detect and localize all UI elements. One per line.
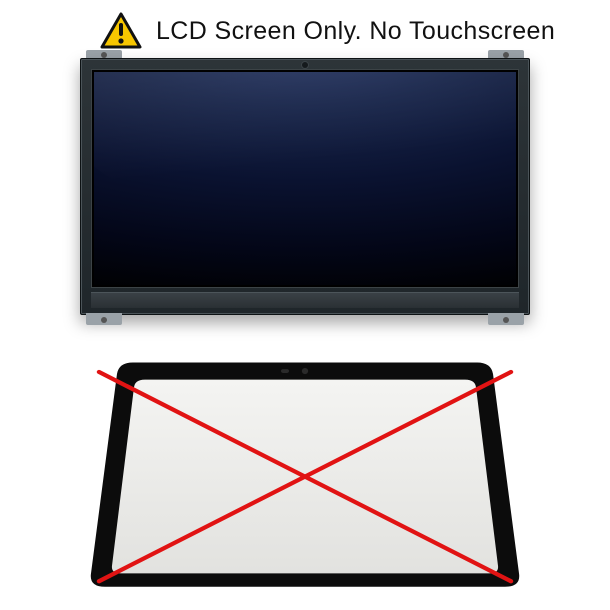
webcam-icon xyxy=(302,62,308,68)
lcd-bezel xyxy=(80,58,530,315)
screen-reflection xyxy=(94,72,516,251)
warning-triangle-icon xyxy=(100,12,142,50)
lcd-frame xyxy=(91,69,519,288)
touchscreen-illustration xyxy=(85,353,525,591)
header-text: LCD Screen Only. No Touchscreen xyxy=(156,17,555,46)
lcd-bottom-chin xyxy=(91,292,519,308)
header-row: LCD Screen Only. No Touchscreen xyxy=(100,12,555,50)
mounting-tab-icon xyxy=(488,313,524,325)
mounting-tab-icon xyxy=(86,313,122,325)
lcd-display-surface xyxy=(94,72,516,285)
lcd-screen-illustration xyxy=(80,58,530,315)
touchscreen-glass xyxy=(85,353,525,591)
